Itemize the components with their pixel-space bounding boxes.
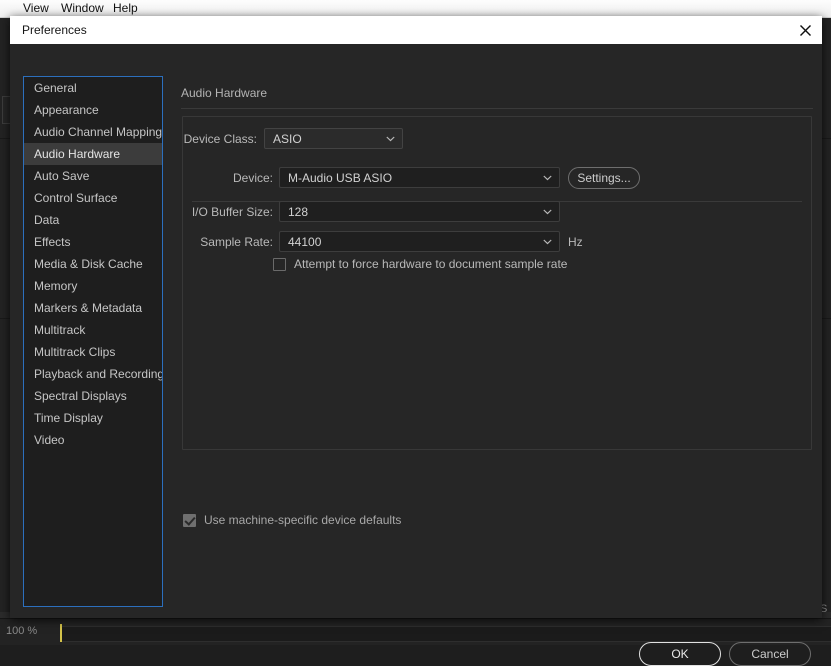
sidebar-item-playback-and-recording[interactable]: Playback and Recording bbox=[24, 363, 162, 385]
machine-defaults-label: Use machine-specific device defaults bbox=[204, 513, 402, 527]
chevron-down-icon bbox=[543, 239, 552, 245]
sidebar-item-label: Appearance bbox=[34, 103, 99, 117]
sample-rate-unit: Hz bbox=[568, 235, 583, 249]
device-label: Device: bbox=[232, 171, 273, 185]
sidebar-item-label: General bbox=[34, 81, 77, 95]
sidebar-item-markers-metadata[interactable]: Markers & Metadata bbox=[24, 297, 162, 319]
device-settings-button[interactable]: Settings... bbox=[568, 167, 640, 189]
menu-item-help[interactable]: Help bbox=[108, 1, 143, 16]
close-icon[interactable] bbox=[788, 16, 822, 44]
sidebar-item-label: Data bbox=[34, 213, 60, 227]
sidebar-item-label: Audio Hardware bbox=[34, 147, 121, 161]
dialog-title: Preferences bbox=[22, 23, 87, 37]
cancel-button[interactable]: Cancel bbox=[729, 642, 811, 666]
dialog-title-bar[interactable]: Preferences bbox=[10, 16, 822, 44]
section-title: Audio Hardware bbox=[181, 86, 268, 100]
status-track[interactable] bbox=[60, 626, 831, 642]
sidebar-item-label: Time Display bbox=[34, 411, 103, 425]
sidebar-item-audio-hardware[interactable]: Audio Hardware bbox=[24, 143, 162, 165]
menu-item-window[interactable]: Window bbox=[56, 1, 109, 16]
preferences-category-list[interactable]: General Appearance Audio Channel Mapping… bbox=[23, 76, 163, 607]
sidebar-item-label: Markers & Metadata bbox=[34, 301, 143, 315]
sidebar-item-label: Audio Channel Mapping bbox=[34, 125, 163, 139]
sample-rate-value: 44100 bbox=[288, 235, 322, 249]
chevron-down-icon bbox=[543, 209, 552, 215]
chevron-down-icon bbox=[543, 175, 552, 181]
sidebar-item-data[interactable]: Data bbox=[24, 209, 162, 231]
sidebar-item-spectral-displays[interactable]: Spectral Displays bbox=[24, 385, 162, 407]
sidebar-item-time-display[interactable]: Time Display bbox=[24, 407, 162, 429]
device-class-value: ASIO bbox=[273, 132, 302, 146]
device-select[interactable]: M-Audio USB ASIO bbox=[279, 167, 560, 188]
sidebar-item-label: Playback and Recording bbox=[34, 367, 163, 381]
sidebar-item-label: Multitrack Clips bbox=[34, 345, 116, 359]
sidebar-item-label: Media & Disk Cache bbox=[34, 257, 143, 271]
sample-rate-select[interactable]: 44100 bbox=[279, 231, 560, 252]
device-class-select[interactable]: ASIO bbox=[264, 128, 403, 149]
sidebar-item-label: Memory bbox=[34, 279, 78, 293]
sidebar-item-auto-save[interactable]: Auto Save bbox=[24, 165, 162, 187]
sidebar-item-media-disk-cache[interactable]: Media & Disk Cache bbox=[24, 253, 162, 275]
force-sample-rate-label: Attempt to force hardware to document sa… bbox=[294, 257, 568, 271]
sidebar-item-label: Spectral Displays bbox=[34, 389, 127, 403]
menu-item-view[interactable]: View bbox=[18, 1, 54, 16]
io-buffer-size-label: I/O Buffer Size: bbox=[191, 205, 273, 219]
ok-button[interactable]: OK bbox=[639, 642, 721, 666]
sidebar-item-label: Control Surface bbox=[34, 191, 118, 205]
io-buffer-size-select[interactable]: 128 bbox=[279, 201, 560, 222]
sidebar-item-appearance[interactable]: Appearance bbox=[24, 99, 162, 121]
sidebar-item-video[interactable]: Video bbox=[24, 429, 162, 451]
machine-defaults-checkbox-row[interactable]: Use machine-specific device defaults bbox=[183, 513, 401, 527]
force-sample-rate-checkbox-row[interactable]: Attempt to force hardware to document sa… bbox=[273, 257, 567, 271]
chevron-down-icon bbox=[386, 136, 395, 142]
playhead-marker[interactable] bbox=[60, 624, 62, 642]
sidebar-item-audio-channel-mapping[interactable]: Audio Channel Mapping bbox=[24, 121, 162, 143]
device-value: M-Audio USB ASIO bbox=[288, 171, 393, 185]
sidebar-item-label: Auto Save bbox=[34, 169, 90, 183]
dialog-body: General Appearance Audio Channel Mapping… bbox=[10, 44, 822, 666]
sample-rate-label: Sample Rate: bbox=[200, 235, 273, 249]
sidebar-item-effects[interactable]: Effects bbox=[24, 231, 162, 253]
io-buffer-size-value: 128 bbox=[288, 205, 309, 219]
section-title-rule bbox=[181, 108, 813, 109]
machine-defaults-checkbox[interactable] bbox=[183, 513, 196, 527]
sidebar-item-general[interactable]: General bbox=[24, 77, 162, 99]
sidebar-item-multitrack[interactable]: Multitrack bbox=[24, 319, 162, 341]
sidebar-item-multitrack-clips[interactable]: Multitrack Clips bbox=[24, 341, 162, 363]
sidebar-item-memory[interactable]: Memory bbox=[24, 275, 162, 297]
sidebar-item-label: Effects bbox=[34, 235, 71, 249]
sidebar-item-label: Multitrack bbox=[34, 323, 86, 337]
device-class-label: Device Class: bbox=[183, 132, 257, 146]
zoom-level-label: 100 % bbox=[6, 625, 38, 637]
preferences-content-pane: Audio Hardware Device Class: ASIO Device… bbox=[173, 72, 813, 666]
sidebar-item-control-surface[interactable]: Control Surface bbox=[24, 187, 162, 209]
preferences-dialog: Preferences General Appearance Audio Cha… bbox=[10, 16, 822, 666]
force-sample-rate-checkbox[interactable] bbox=[273, 257, 286, 271]
sidebar-item-label: Video bbox=[34, 433, 65, 447]
